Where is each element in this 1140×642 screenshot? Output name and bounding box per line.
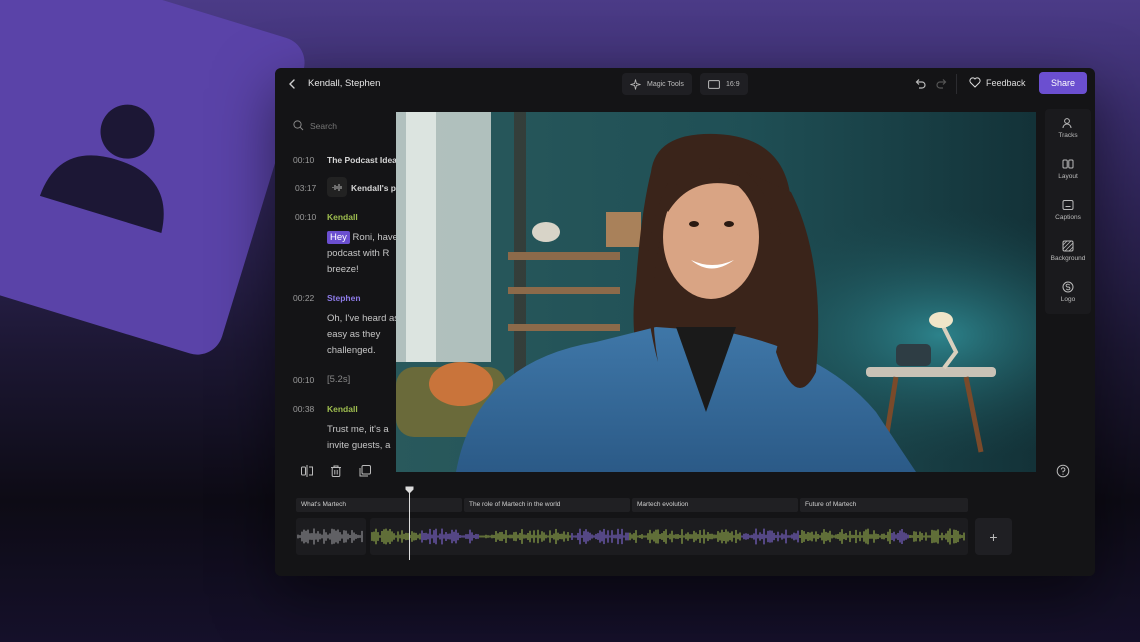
aspect-ratio-label: 16:9 — [726, 80, 740, 88]
user-avatar-icon — [39, 104, 164, 233]
sparkle-icon — [630, 78, 641, 90]
divider — [956, 74, 957, 94]
transcript-paragraph[interactable]: Trust me, it's a invite guests, a — [327, 422, 407, 454]
layout-icon — [1062, 159, 1074, 169]
background-icon — [1062, 240, 1074, 252]
captions-label: Captions — [1055, 214, 1081, 221]
silence-marker[interactable]: [5.2s] — [327, 372, 407, 388]
logo-icon — [1062, 281, 1074, 293]
speaker-name: Kendall — [327, 212, 358, 222]
split-icon[interactable] — [300, 464, 314, 478]
chapter-heading[interactable]: The Podcast Idea — [327, 155, 397, 165]
undo-icon[interactable] — [913, 77, 927, 91]
chapter-segment[interactable]: The role of Martech in the world — [464, 498, 630, 512]
timeline-panel — [275, 456, 1095, 576]
tracks-tool[interactable]: Tracks — [1045, 117, 1091, 139]
audio-clip-track[interactable] — [296, 518, 366, 555]
audio-clip-label[interactable]: Kendall's p — [351, 183, 396, 193]
transcript-search[interactable]: Search — [293, 120, 337, 131]
back-arrow-icon[interactable] — [285, 77, 299, 91]
video-frame — [396, 112, 1036, 472]
right-tools-panel: Tracks Layout Captions Background Logo — [1045, 109, 1091, 314]
help-icon[interactable] — [1056, 464, 1070, 478]
timestamp: 00:38 — [293, 404, 315, 414]
magic-tools-button[interactable]: Magic Tools — [622, 73, 692, 95]
chapter-segment[interactable]: What's Martech — [296, 498, 462, 512]
timestamp: 00:10 — [295, 212, 317, 222]
transcript-paragraph[interactable]: Hey Roni, have podcast with R breeze! — [327, 230, 407, 278]
add-clip-button[interactable]: + — [975, 518, 1012, 555]
logo-tool[interactable]: Logo — [1045, 281, 1091, 303]
background-tool[interactable]: Background — [1045, 240, 1091, 262]
waveform-icon — [332, 183, 341, 191]
top-bar: Kendall, Stephen Magic Tools 16:9 Feedba… — [275, 68, 1095, 100]
trash-icon[interactable] — [329, 464, 343, 478]
waveform — [371, 528, 965, 545]
screen-icon — [708, 79, 720, 89]
waveform — [297, 528, 363, 545]
timestamp: 00:10 — [293, 375, 315, 385]
search-placeholder: Search — [310, 120, 337, 131]
project-title: Kendall, Stephen — [308, 78, 381, 89]
feedback-label: Feedback — [986, 77, 1026, 88]
highlighted-word[interactable]: Hey — [327, 231, 350, 244]
chapter-segment[interactable]: Future of Martech — [800, 498, 968, 512]
speaker-name: Kendall — [327, 404, 358, 414]
background-label: Background — [1050, 255, 1086, 262]
timestamp: 00:10 — [293, 155, 315, 165]
chapter-segment[interactable]: Martech evolution — [632, 498, 798, 512]
layout-label: Layout — [1058, 173, 1078, 180]
playhead[interactable] — [409, 488, 410, 560]
timestamp: 00:22 — [293, 293, 315, 303]
video-preview[interactable] — [396, 112, 1036, 472]
heart-icon — [969, 77, 981, 88]
search-icon — [293, 120, 304, 131]
redo-icon[interactable] — [935, 77, 949, 91]
tracks-icon — [1062, 118, 1072, 129]
speaker-name: Stephen — [327, 293, 361, 303]
timestamp: 03:17 — [295, 183, 317, 193]
captions-tool[interactable]: Captions — [1045, 199, 1091, 221]
feedback-button[interactable]: Feedback — [969, 77, 1026, 88]
audio-track[interactable] — [370, 518, 968, 555]
share-button[interactable]: Share — [1039, 72, 1087, 94]
playhead-handle[interactable] — [405, 486, 414, 494]
tracks-label: Tracks — [1058, 132, 1078, 139]
duplicate-icon[interactable] — [358, 464, 372, 478]
transcript-paragraph[interactable]: Oh, I've heard as easy as they challenge… — [327, 311, 407, 359]
captions-icon — [1062, 200, 1074, 210]
audio-clip-button[interactable] — [327, 177, 347, 197]
magic-tools-label: Magic Tools — [647, 80, 684, 88]
layout-tool[interactable]: Layout — [1045, 158, 1091, 180]
aspect-ratio-button[interactable]: 16:9 — [700, 73, 748, 95]
logo-label: Logo — [1060, 296, 1076, 303]
